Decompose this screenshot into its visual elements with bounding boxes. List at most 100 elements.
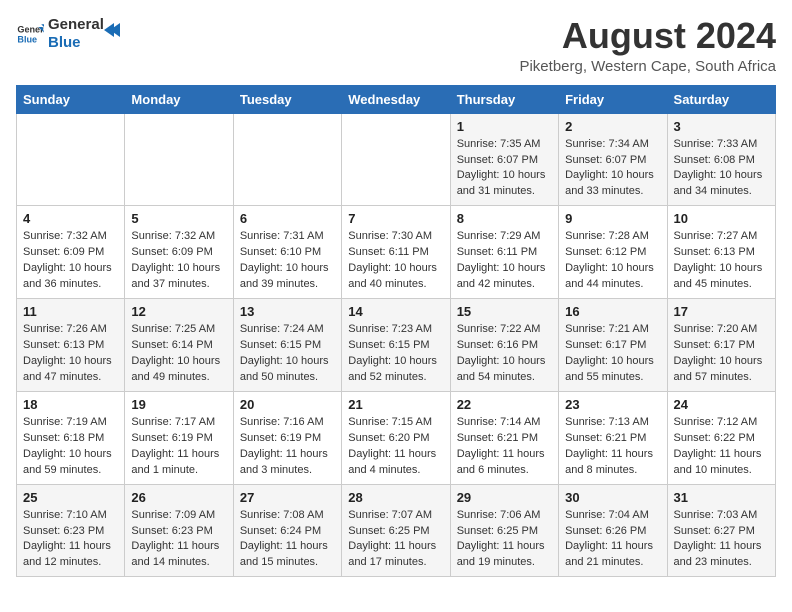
day-number: 7 — [348, 211, 443, 226]
day-detail: Sunrise: 7:12 AM Sunset: 6:22 PM Dayligh… — [674, 415, 769, 479]
day-detail: Sunrise: 7:16 AM Sunset: 6:19 PM Dayligh… — [240, 415, 335, 479]
svg-text:General: General — [17, 25, 44, 35]
svg-text:Blue: Blue — [17, 34, 37, 44]
calendar-header-row: SundayMondayTuesdayWednesdayThursdayFrid… — [17, 85, 776, 113]
calendar-cell: 2 Sunrise: 7:34 AM Sunset: 6:07 PM Daylig… — [559, 113, 667, 206]
calendar-cell: 31Sunrise: 7:03 AM Sunset: 6:27 PM Dayli… — [667, 484, 775, 577]
day-number: 19 — [131, 397, 226, 412]
calendar-table: SundayMondayTuesdayWednesdayThursdayFrid… — [16, 85, 776, 578]
day-number: 20 — [240, 397, 335, 412]
day-number: 26 — [131, 490, 226, 505]
day-number: 4 — [23, 211, 118, 226]
day-detail: Sunrise: 7:03 AM Sunset: 6:27 PM Dayligh… — [674, 508, 769, 572]
calendar-cell: 7 Sunrise: 7:30 AM Sunset: 6:11 PM Daylig… — [342, 206, 450, 299]
day-number: 22 — [457, 397, 552, 412]
day-number: 16 — [565, 304, 660, 319]
day-detail: Sunrise: 7:26 AM Sunset: 6:13 PM Dayligh… — [23, 322, 118, 386]
month-year-title: August 2024 — [519, 16, 776, 56]
day-number: 29 — [457, 490, 552, 505]
calendar-cell: 4 Sunrise: 7:32 AM Sunset: 6:09 PM Daylig… — [17, 206, 125, 299]
day-number: 9 — [565, 211, 660, 226]
day-number: 25 — [23, 490, 118, 505]
calendar-cell: 20 Sunrise: 7:16 AM Sunset: 6:19 PM Dayli… — [233, 391, 341, 484]
day-detail: Sunrise: 7:20 AM Sunset: 6:17 PM Dayligh… — [674, 322, 769, 386]
day-number: 10 — [674, 211, 769, 226]
calendar-week-row: 4 Sunrise: 7:32 AM Sunset: 6:09 PM Daylig… — [17, 206, 776, 299]
day-number: 17 — [674, 304, 769, 319]
day-number: 30 — [565, 490, 660, 505]
calendar-cell — [233, 113, 341, 206]
calendar-cell: 15 Sunrise: 7:22 AM Sunset: 6:16 PM Dayli… — [450, 299, 558, 392]
day-number: 5 — [131, 211, 226, 226]
day-number: 8 — [457, 211, 552, 226]
calendar-cell: 8 Sunrise: 7:29 AM Sunset: 6:11 PM Daylig… — [450, 206, 558, 299]
day-detail: Sunrise: 7:04 AM Sunset: 6:26 PM Dayligh… — [565, 508, 660, 572]
calendar-cell: 27 Sunrise: 7:08 AM Sunset: 6:24 PM Dayli… — [233, 484, 341, 577]
calendar-cell: 5Sunrise: 7:32 AM Sunset: 6:09 PM Daylig… — [125, 206, 233, 299]
calendar-week-row: 11 Sunrise: 7:26 AM Sunset: 6:13 PM Dayli… — [17, 299, 776, 392]
day-number: 21 — [348, 397, 443, 412]
day-number: 3 — [674, 119, 769, 134]
calendar-cell: 16Sunrise: 7:21 AM Sunset: 6:17 PM Dayli… — [559, 299, 667, 392]
calendar-cell: 28Sunrise: 7:07 AM Sunset: 6:25 PM Dayli… — [342, 484, 450, 577]
day-detail: Sunrise: 7:31 AM Sunset: 6:10 PM Dayligh… — [240, 229, 335, 293]
day-number: 18 — [23, 397, 118, 412]
location-subtitle: Piketberg, Western Cape, South Africa — [519, 58, 776, 75]
calendar-cell: 18 Sunrise: 7:19 AM Sunset: 6:18 PM Dayli… — [17, 391, 125, 484]
day-number: 2 — [565, 119, 660, 134]
header-thursday: Thursday — [450, 85, 558, 113]
calendar-week-row: 1Sunrise: 7:35 AM Sunset: 6:07 PM Daylig… — [17, 113, 776, 206]
calendar-cell: 12Sunrise: 7:25 AM Sunset: 6:14 PM Dayli… — [125, 299, 233, 392]
calendar-cell — [17, 113, 125, 206]
day-number: 6 — [240, 211, 335, 226]
day-number: 24 — [674, 397, 769, 412]
logo-icon: General Blue — [16, 20, 44, 48]
calendar-cell: 6 Sunrise: 7:31 AM Sunset: 6:10 PM Daylig… — [233, 206, 341, 299]
day-detail: Sunrise: 7:32 AM Sunset: 6:09 PM Dayligh… — [23, 229, 118, 293]
logo: General Blue General Blue — [16, 16, 122, 52]
calendar-cell: 1Sunrise: 7:35 AM Sunset: 6:07 PM Daylig… — [450, 113, 558, 206]
day-detail: Sunrise: 7:09 AM Sunset: 6:23 PM Dayligh… — [131, 508, 226, 572]
day-number: 13 — [240, 304, 335, 319]
header-tuesday: Tuesday — [233, 85, 341, 113]
calendar-cell: 9 Sunrise: 7:28 AM Sunset: 6:12 PM Daylig… — [559, 206, 667, 299]
header-monday: Monday — [125, 85, 233, 113]
title-block: August 2024 Piketberg, Western Cape, Sou… — [519, 16, 776, 75]
day-detail: Sunrise: 7:17 AM Sunset: 6:19 PM Dayligh… — [131, 415, 226, 479]
day-detail: Sunrise: 7:07 AM Sunset: 6:25 PM Dayligh… — [348, 508, 443, 572]
logo-blue-text: Blue — [48, 34, 104, 52]
day-detail: Sunrise: 7:22 AM Sunset: 6:16 PM Dayligh… — [457, 322, 552, 386]
day-detail: Sunrise: 7:34 AM Sunset: 6:07 PM Dayligh… — [565, 137, 660, 201]
calendar-cell: 14 Sunrise: 7:23 AM Sunset: 6:15 PM Dayli… — [342, 299, 450, 392]
day-number: 11 — [23, 304, 118, 319]
day-number: 15 — [457, 304, 552, 319]
day-detail: Sunrise: 7:23 AM Sunset: 6:15 PM Dayligh… — [348, 322, 443, 386]
calendar-cell: 17 Sunrise: 7:20 AM Sunset: 6:17 PM Dayli… — [667, 299, 775, 392]
day-detail: Sunrise: 7:10 AM Sunset: 6:23 PM Dayligh… — [23, 508, 118, 572]
calendar-cell: 30 Sunrise: 7:04 AM Sunset: 6:26 PM Dayli… — [559, 484, 667, 577]
logo-chevron-icon — [100, 19, 122, 41]
calendar-cell: 25 Sunrise: 7:10 AM Sunset: 6:23 PM Dayli… — [17, 484, 125, 577]
logo-general-text: General — [48, 16, 104, 34]
calendar-cell: 24 Sunrise: 7:12 AM Sunset: 6:22 PM Dayli… — [667, 391, 775, 484]
calendar-cell — [342, 113, 450, 206]
day-detail: Sunrise: 7:06 AM Sunset: 6:25 PM Dayligh… — [457, 508, 552, 572]
calendar-cell — [125, 113, 233, 206]
calendar-week-row: 18 Sunrise: 7:19 AM Sunset: 6:18 PM Dayli… — [17, 391, 776, 484]
header-sunday: Sunday — [17, 85, 125, 113]
calendar-cell: 13Sunrise: 7:24 AM Sunset: 6:15 PM Dayli… — [233, 299, 341, 392]
day-detail: Sunrise: 7:19 AM Sunset: 6:18 PM Dayligh… — [23, 415, 118, 479]
day-detail: Sunrise: 7:29 AM Sunset: 6:11 PM Dayligh… — [457, 229, 552, 293]
day-number: 27 — [240, 490, 335, 505]
calendar-cell: 3Sunrise: 7:33 AM Sunset: 6:08 PM Daylig… — [667, 113, 775, 206]
day-detail: Sunrise: 7:15 AM Sunset: 6:20 PM Dayligh… — [348, 415, 443, 479]
day-number: 14 — [348, 304, 443, 319]
day-detail: Sunrise: 7:28 AM Sunset: 6:12 PM Dayligh… — [565, 229, 660, 293]
day-detail: Sunrise: 7:30 AM Sunset: 6:11 PM Dayligh… — [348, 229, 443, 293]
header-friday: Friday — [559, 85, 667, 113]
header-saturday: Saturday — [667, 85, 775, 113]
calendar-cell: 23Sunrise: 7:13 AM Sunset: 6:21 PM Dayli… — [559, 391, 667, 484]
calendar-cell: 11 Sunrise: 7:26 AM Sunset: 6:13 PM Dayli… — [17, 299, 125, 392]
day-number: 1 — [457, 119, 552, 134]
day-detail: Sunrise: 7:08 AM Sunset: 6:24 PM Dayligh… — [240, 508, 335, 572]
